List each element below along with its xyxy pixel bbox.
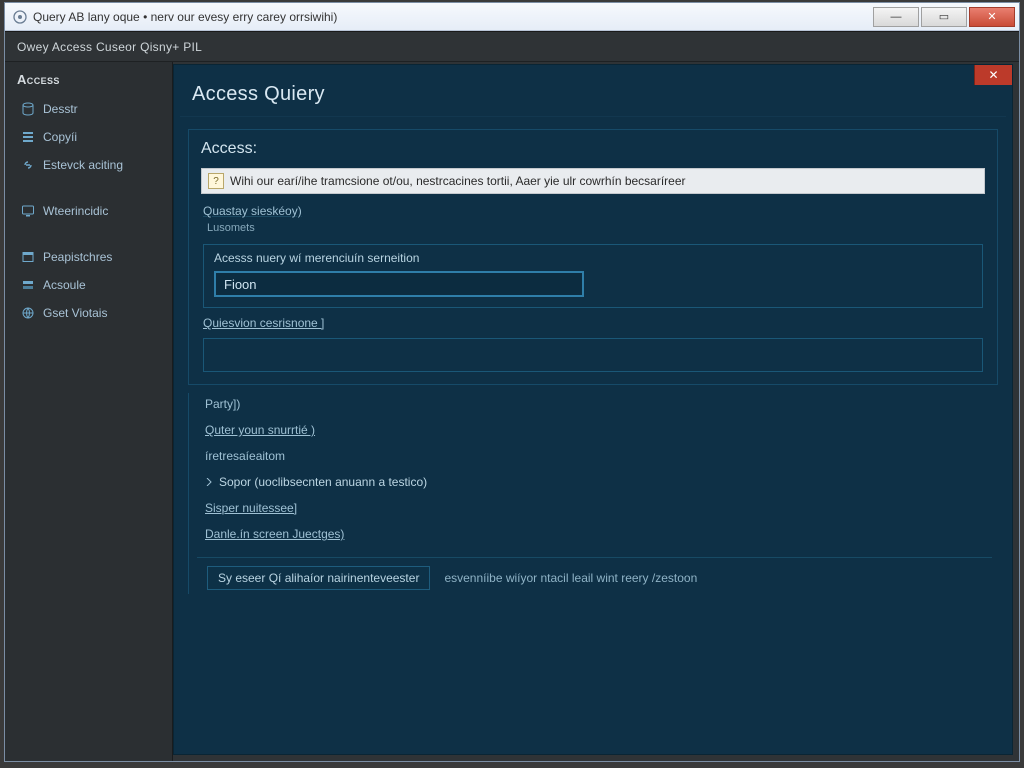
stack-icon [21, 278, 35, 292]
content-row: Access Desstr Copyíi Estevck aciting Wte… [5, 62, 1019, 761]
section-title: Access: [189, 130, 997, 164]
sidebar-item-copyi[interactable]: Copyíi [5, 123, 172, 151]
step-daniel[interactable]: Danle.ín screen Juectges) [191, 523, 998, 545]
info-strip: ? Wihi our earí/ihe tramcsione ot/ou, ne… [201, 168, 985, 194]
sidebar-item-estevck[interactable]: Estevck aciting [5, 151, 172, 179]
link-quiesvion[interactable]: Quiesvion cesrisnone ] [189, 312, 997, 334]
sub-label-lusomets: Lusomets [189, 220, 997, 238]
database-icon [21, 102, 35, 116]
sidebar-item-gsetviotais[interactable]: Gset Viotais [5, 299, 172, 327]
sidebar-item-peapistchres[interactable]: Peapistchres [5, 243, 172, 271]
info-text: Wihi our earí/ihe tramcsione ot/ou, nest… [230, 174, 686, 188]
query-name-block: Acesss nuery wí merenciuín serneition [203, 244, 983, 308]
link-icon [21, 158, 35, 172]
list-icon [21, 130, 35, 144]
sidebar-item-label: Wteerincidic [43, 204, 108, 218]
app-window: Query AB lany oque • nerv our evesy erry… [4, 2, 1020, 762]
footer-box[interactable]: Sy eseer Qí alihaíor nairinenteveester [207, 566, 430, 590]
divider [180, 116, 1006, 117]
query-name-input[interactable] [214, 271, 584, 297]
sidebar-item-label: Gset Viotais [43, 306, 107, 320]
breadcrumb: Owey Access Cuseor Qisny+ PIL [5, 32, 1019, 62]
empty-field-box[interactable] [203, 338, 983, 372]
titlebar: Query AB lany oque • nerv our evesy erry… [5, 3, 1019, 31]
field-label-quastay: Quastay sieskéoy) [189, 200, 997, 220]
step-sopor: Sopor (uoclibsecnten anuann a testico) [191, 471, 998, 493]
footer-text: esvenníibe wiíyor ntacil leail wint reer… [444, 571, 697, 585]
sidebar-heading: Access [5, 66, 172, 95]
sidebar-item-wteerincidic[interactable]: Wteerincidic [5, 197, 172, 225]
window-icon [21, 250, 35, 264]
footer-row: Sy eseer Qí alihaíor nairinenteveester e… [197, 557, 992, 594]
main-panel: ✕ Access Quiery Access: ? Wihi our earí/… [173, 64, 1013, 755]
sidebar: Access Desstr Copyíi Estevck aciting Wte… [5, 62, 173, 761]
sidebar-item-desstr[interactable]: Desstr [5, 95, 172, 123]
step-recv: íretresaíeaitom [191, 445, 998, 467]
step-query[interactable]: Quter youn snurrtié ) [191, 419, 998, 441]
sidebar-item-label: Copyíi [43, 130, 77, 144]
sidebar-item-acsoule[interactable]: Acsoule [5, 271, 172, 299]
sidebar-item-label: Desstr [43, 102, 78, 116]
monitor-icon [21, 204, 35, 218]
sidebar-item-label: Peapistchres [43, 250, 112, 264]
app-icon [13, 10, 27, 24]
chevron-right-icon [205, 478, 213, 486]
close-button[interactable]: ✕ [969, 7, 1015, 27]
window-title: Query AB lany oque • nerv our evesy erry… [33, 10, 337, 24]
step-party: Party]) [191, 393, 998, 415]
step-sisper[interactable]: Sisper nuitessee] [191, 497, 998, 519]
maximize-button[interactable]: ▭ [921, 7, 967, 27]
app-body: Owey Access Cuseor Qisny+ PIL Access Des… [5, 31, 1019, 761]
info-icon: ? [208, 173, 224, 189]
sidebar-item-label: Acsoule [43, 278, 86, 292]
page-title: Access Quiery [174, 65, 1012, 116]
steps-section: Party]) Quter youn snurrtié ) íretresaíe… [188, 393, 998, 594]
panel-close-button[interactable]: ✕ [974, 65, 1012, 85]
access-section: Access: ? Wihi our earí/ihe tramcsione o… [188, 129, 998, 385]
nested-header: Acesss nuery wí merenciuín serneition [204, 245, 982, 269]
window-controls: — ▭ ✕ [873, 7, 1015, 27]
sidebar-item-label: Estevck aciting [43, 158, 123, 172]
globe-icon [21, 306, 35, 320]
minimize-button[interactable]: — [873, 7, 919, 27]
